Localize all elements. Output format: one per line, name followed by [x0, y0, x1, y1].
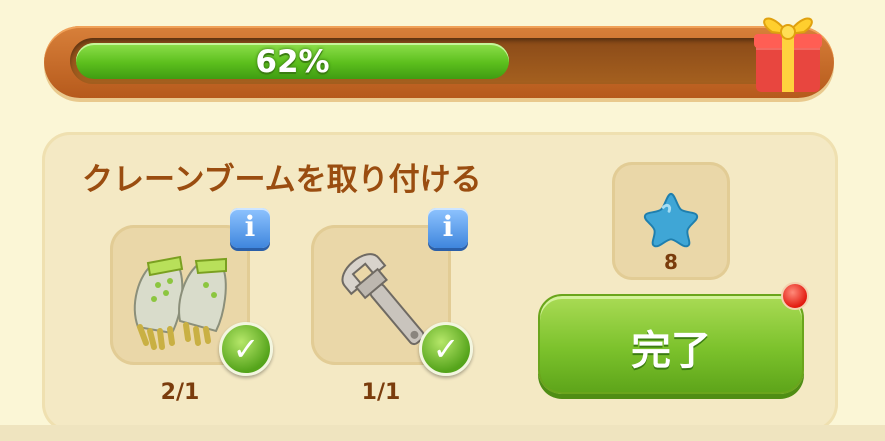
complete-button-label: 完了 [631, 328, 711, 374]
check-icon: ✓ [219, 322, 273, 376]
panel-bottom-strip [0, 425, 885, 441]
info-button-wrench[interactable]: i [428, 208, 468, 248]
item-count-gloves: 2/1 [160, 380, 200, 405]
reward-count: 8 [664, 250, 678, 274]
complete-button[interactable]: 完了 [538, 294, 804, 394]
item-count-wrench: 1/1 [361, 380, 401, 405]
check-icon: ✓ [419, 322, 473, 376]
quest-title: クレーンブームを取り付ける [82, 162, 482, 198]
blue-star-icon [643, 192, 699, 248]
gift-box-icon[interactable] [748, 2, 828, 97]
progress-percent-label: 62% [255, 44, 330, 80]
progress-bar-track [70, 38, 780, 84]
notification-dot [781, 282, 809, 310]
info-button-gloves[interactable]: i [230, 208, 270, 248]
